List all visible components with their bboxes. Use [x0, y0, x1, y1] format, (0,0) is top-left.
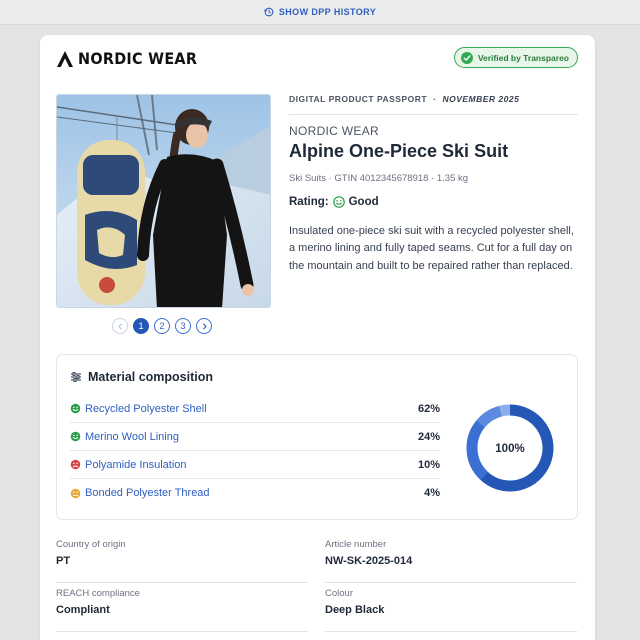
- attribute-value: PT: [56, 555, 71, 567]
- material-name[interactable]: Polyamide Insulation: [85, 459, 418, 471]
- gallery-page-3[interactable]: 3: [175, 318, 191, 334]
- show-history-bar[interactable]: SHOW DPP HISTORY: [0, 0, 640, 25]
- sliders-icon: [71, 372, 81, 382]
- attribute-label: Country of origin: [56, 539, 126, 550]
- material-name[interactable]: Recycled Polyester Shell: [85, 403, 418, 415]
- donut-slice-3: [476, 405, 503, 428]
- gallery-page-2[interactable]: 2: [154, 318, 170, 334]
- show-history-link[interactable]: SHOW DPP HISTORY: [279, 7, 376, 17]
- passport-date: NOVEMBER 2025: [442, 94, 520, 104]
- brand-logo-icon: [57, 50, 73, 67]
- attribute-item: Colour Deep Black: [325, 584, 577, 632]
- material-percent: 4%: [424, 487, 440, 499]
- material-row[interactable]: Polyamide Insulation 10%: [70, 451, 440, 479]
- smiley-good-icon: [70, 431, 81, 442]
- attribute-value: NW-SK-2025-014: [325, 555, 413, 567]
- attribute-label: REACH compliance: [56, 588, 140, 599]
- material-percent: 10%: [417, 458, 440, 471]
- material-composition-panel: Material composition Recycled Polyester …: [56, 354, 578, 520]
- smiley-medium-icon: [70, 488, 81, 498]
- material-header: Material composition: [70, 370, 213, 384]
- donut-total-label: 100%: [495, 443, 524, 455]
- product-meta: Ski Suits · GTIN 4012345678918 · 1.35 kg: [289, 173, 469, 184]
- passport-label: DIGITAL PRODUCT PASSPORT: [289, 94, 428, 104]
- smiley-bad-icon: [70, 459, 81, 470]
- donut-slice-4: [499, 404, 511, 417]
- attribute-label: Colour: [325, 588, 353, 599]
- product-passport-card: NORDIC WEAR Verified by Transpareo 1 2 3…: [40, 35, 595, 640]
- material-row[interactable]: Recycled Polyester Shell 62%: [70, 395, 440, 423]
- attribute-item: Article number NW-SK-2025-014: [325, 535, 577, 583]
- attribute-item: REACH compliance Compliant: [56, 584, 308, 632]
- product-title: Alpine One-Piece Ski Suit: [289, 141, 509, 161]
- attribute-value: Deep Black: [325, 604, 385, 616]
- gallery-prev-button[interactable]: [112, 318, 128, 334]
- donut-slice-2: [466, 420, 488, 480]
- material-title: Material composition: [88, 370, 214, 384]
- material-name[interactable]: Bonded Polyester Thread: [85, 487, 424, 499]
- smiley-good-icon: [70, 403, 81, 414]
- material-name[interactable]: Merino Wool Lining: [85, 431, 418, 443]
- gallery-pager: 1 2 3: [112, 318, 212, 334]
- smiley-good-icon: [332, 196, 345, 208]
- chevron-left-icon: [117, 322, 122, 330]
- attribute-label: Article number: [325, 539, 387, 550]
- verified-label: Verified by Transpareo: [477, 52, 569, 63]
- gallery-next-button[interactable]: [196, 318, 212, 334]
- product-photo: [57, 95, 270, 307]
- check-icon: [460, 51, 473, 64]
- brand-logo-text: NORDIC WEAR: [78, 49, 198, 68]
- brand-header: NORDIC WEAR: [56, 49, 210, 68]
- gallery-page-1[interactable]: 1: [133, 318, 149, 334]
- material-percent: 24%: [417, 430, 440, 443]
- product-image[interactable]: [56, 94, 271, 308]
- rating-value: Good: [348, 196, 379, 208]
- history-icon: [263, 7, 274, 17]
- material-row[interactable]: Bonded Polyester Thread 4%: [70, 479, 440, 507]
- material-row[interactable]: Merino Wool Lining 24%: [70, 423, 440, 451]
- verified-badge[interactable]: Verified by Transpareo: [453, 47, 578, 68]
- product-rating: Rating: Good: [289, 196, 379, 208]
- attribute-item: Country of origin PT: [56, 535, 308, 583]
- rating-label: Rating:: [289, 196, 329, 208]
- passport-header: DIGITAL PRODUCT PASSPORT · NOVEMBER 2025: [289, 94, 578, 115]
- composition-donut-chart: 100%: [466, 404, 554, 492]
- attribute-value: Compliant: [56, 604, 110, 616]
- material-percent: 62%: [417, 402, 440, 415]
- passport-separator: ·: [433, 94, 437, 104]
- product-description: Insulated one-piece ski suit with a recy…: [289, 225, 574, 272]
- product-brand: NORDIC WEAR: [289, 124, 379, 138]
- chevron-right-icon: [202, 322, 207, 330]
